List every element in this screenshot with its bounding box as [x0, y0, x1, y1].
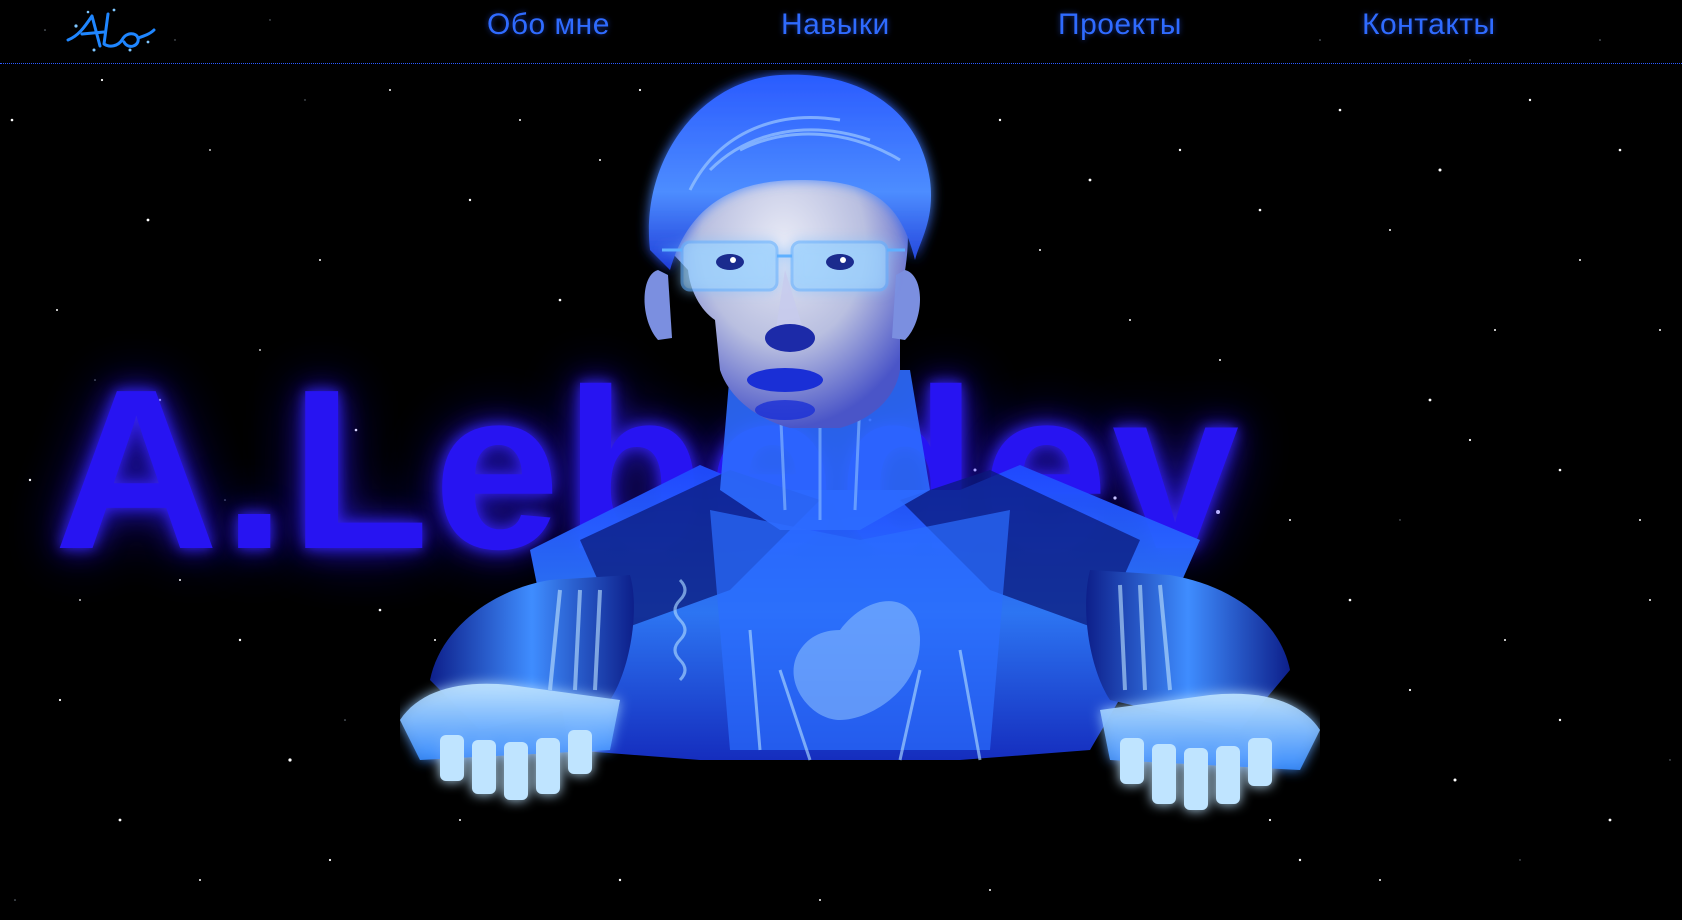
- hero-section: A.Lebedev Обо мне Навыки Проекты Контакт…: [0, 0, 1682, 920]
- nav-skills[interactable]: Навыки: [781, 8, 890, 42]
- main-nav: Обо мне Навыки Проекты Контакты: [0, 0, 1682, 63]
- nav-projects[interactable]: Проекты: [1058, 8, 1182, 42]
- nav-contacts[interactable]: Контакты: [1362, 8, 1496, 42]
- nav-about[interactable]: Обо мне: [487, 8, 610, 42]
- robot-figure-illustration: [400, 74, 1320, 810]
- site-header: Обо мне Навыки Проекты Контакты: [0, 0, 1682, 64]
